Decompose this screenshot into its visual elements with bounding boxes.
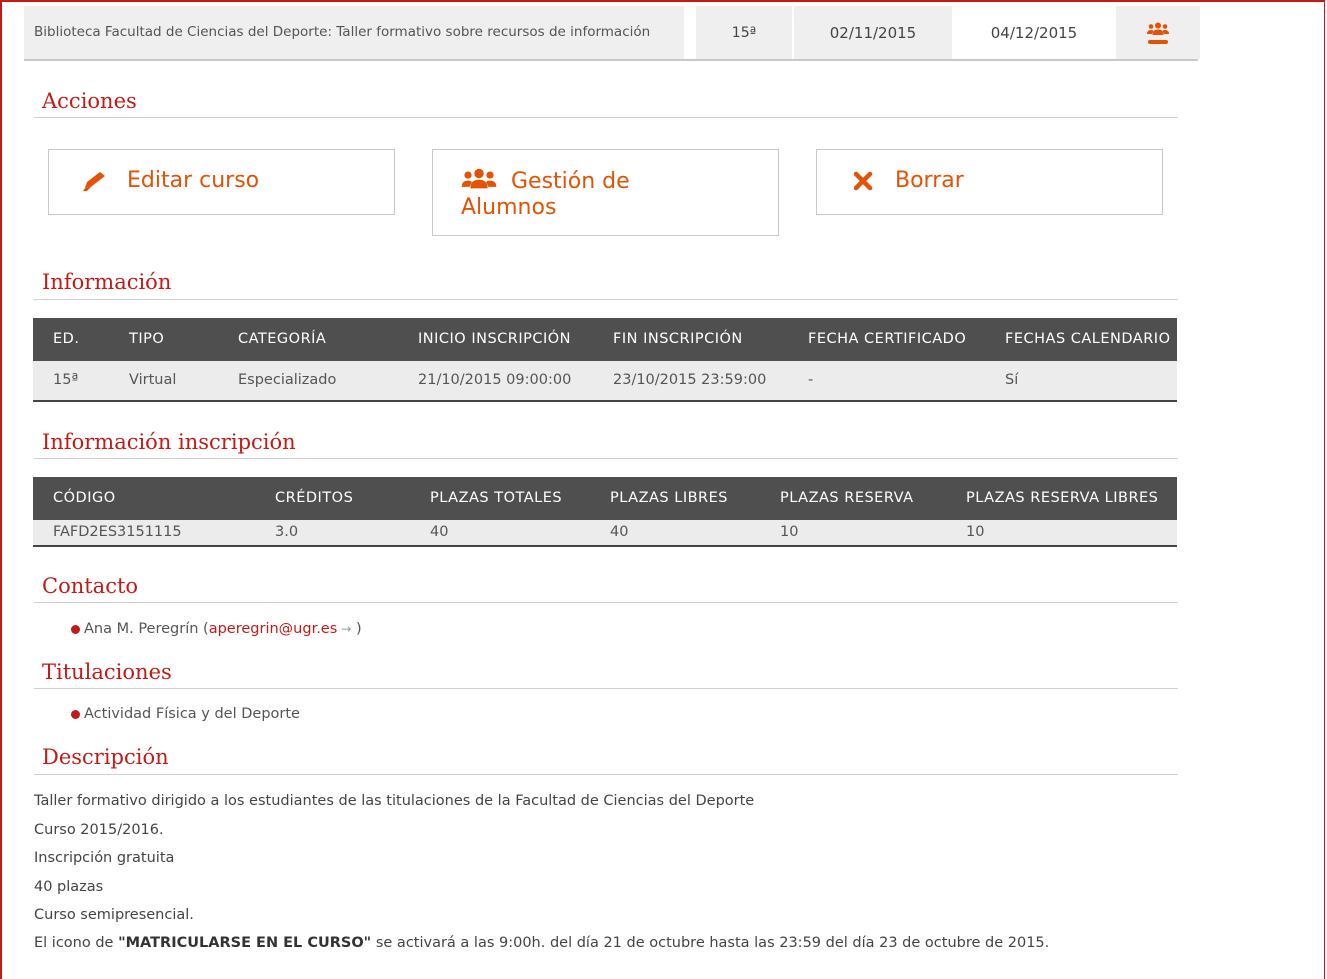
description-enrollment-note: El icono de "MATRICULARSE EN EL CURSO" s… <box>34 936 1184 951</box>
column-header: PLAZAS LIBRES <box>590 477 760 520</box>
table-row: FAFD2ES3151115 3.0 40 40 10 10 <box>33 520 1177 547</box>
column-header: ED. <box>33 318 109 361</box>
column-header: CRÉDITOS <box>255 477 410 520</box>
section-title-acciones: Acciones <box>42 89 137 113</box>
section-title-informacion: Información <box>42 270 172 294</box>
table-cell: 10 <box>760 520 946 547</box>
table-row: 15ª Virtual Especializado 21/10/2015 09:… <box>33 361 1177 402</box>
list-item: Actividad Física y del Deporte <box>71 706 300 722</box>
paren-open: ( <box>198 621 209 637</box>
users-icon <box>461 168 497 189</box>
arrow-icon: → <box>341 622 352 636</box>
column-header: TIPO <box>109 318 218 361</box>
table-cell: 40 <box>590 520 760 547</box>
column-header: INICIO INSCRIPCIÓN <box>398 318 593 361</box>
section-title-inscripcion: Información inscripción <box>42 430 296 454</box>
column-header: PLAZAS RESERVA LIBRES <box>946 477 1177 520</box>
edit-course-button[interactable]: Editar curso <box>48 149 395 215</box>
divider <box>34 774 1178 775</box>
table-cell: 3.0 <box>255 520 410 547</box>
course-row[interactable]: Biblioteca Facultad de Ciencias del Depo… <box>24 6 1200 61</box>
course-title: Biblioteca Facultad de Ciencias del Depo… <box>24 6 684 59</box>
paren-close: ) <box>351 621 362 637</box>
divider <box>34 602 1178 603</box>
description-line: Inscripción gratuita <box>34 850 175 866</box>
enrollment-table: CÓDIGO CRÉDITOS PLAZAS TOTALES PLAZAS LI… <box>33 477 1177 547</box>
degree-name: Actividad Física y del Deporte <box>84 706 300 722</box>
course-edition: 15ª <box>696 6 792 59</box>
contact-item: Ana M. Peregrín ( aperegrin@ugr.es → ) <box>71 621 362 637</box>
description-line: 40 plazas <box>34 879 104 895</box>
minus-icon <box>1148 39 1168 44</box>
column-header: PLAZAS TOTALES <box>410 477 590 520</box>
table-cell: 40 <box>410 520 590 547</box>
column-header: FECHAS CALENDARIO <box>985 318 1177 361</box>
note-prefix: El icono de <box>34 935 119 951</box>
description-line: Taller formativo dirigido a los estudian… <box>34 793 755 809</box>
description-line: Curso semipresencial. <box>34 907 194 923</box>
note-suffix: se activará a las 9:00h. del día 21 de o… <box>371 935 1050 951</box>
divider <box>34 117 1178 118</box>
table-cell: Virtual <box>109 361 218 402</box>
delete-course-label: Borrar <box>895 168 964 193</box>
table-cell: FAFD2ES3151115 <box>33 520 255 547</box>
users-icon <box>1147 22 1169 35</box>
bullet-icon <box>71 709 80 719</box>
table-cell: 10 <box>946 520 1177 547</box>
table-header-row: ED. TIPO CATEGORÍA INICIO INSCRIPCIÓN FI… <box>33 318 1177 361</box>
course-end-date: 04/12/2015 <box>954 6 1114 59</box>
table-cell: 15ª <box>33 361 109 402</box>
column-header: PLAZAS RESERVA <box>760 477 946 520</box>
students-label-wrap: Gestión de Alumnos <box>461 168 721 221</box>
course-start-date: 02/11/2015 <box>794 6 952 59</box>
delete-course-button[interactable]: Borrar <box>816 149 1163 215</box>
section-title-descripcion: Descripción <box>42 745 169 769</box>
column-header: FIN INSCRIPCIÓN <box>593 318 788 361</box>
manage-students-button[interactable]: Gestión de Alumnos <box>432 149 779 236</box>
bullet-icon <box>71 624 80 634</box>
column-header: FECHA CERTIFICADO <box>788 318 985 361</box>
table-header-row: CÓDIGO CRÉDITOS PLAZAS TOTALES PLAZAS LI… <box>33 477 1177 520</box>
contact-name: Ana M. Peregrín <box>84 621 199 637</box>
table-cell: 21/10/2015 09:00:00 <box>398 361 593 402</box>
description-line: Curso 2015/2016. <box>34 822 164 838</box>
table-cell: - <box>788 361 985 402</box>
info-table: ED. TIPO CATEGORÍA INICIO INSCRIPCIÓN FI… <box>33 318 1177 402</box>
table-cell: Sí <box>985 361 1177 402</box>
divider <box>34 458 1178 459</box>
table-cell: 23/10/2015 23:59:00 <box>593 361 788 402</box>
pencil-icon <box>83 172 105 191</box>
divider <box>34 688 1178 689</box>
contact-email-link[interactable]: aperegrin@ugr.es <box>209 621 338 637</box>
contact-email: aperegrin@ugr.es <box>208 621 338 637</box>
divider <box>34 299 1178 300</box>
edit-course-label: Editar curso <box>127 168 260 193</box>
manage-students-link[interactable] <box>1116 6 1200 59</box>
column-header: CATEGORÍA <box>218 318 398 361</box>
section-title-titulaciones: Titulaciones <box>42 660 172 684</box>
note-bold: "MATRICULARSE EN EL CURSO" <box>118 935 372 951</box>
table-cell: Especializado <box>218 361 398 402</box>
section-title-contacto: Contacto <box>42 574 139 598</box>
close-icon <box>853 171 873 191</box>
column-header: CÓDIGO <box>33 477 255 520</box>
